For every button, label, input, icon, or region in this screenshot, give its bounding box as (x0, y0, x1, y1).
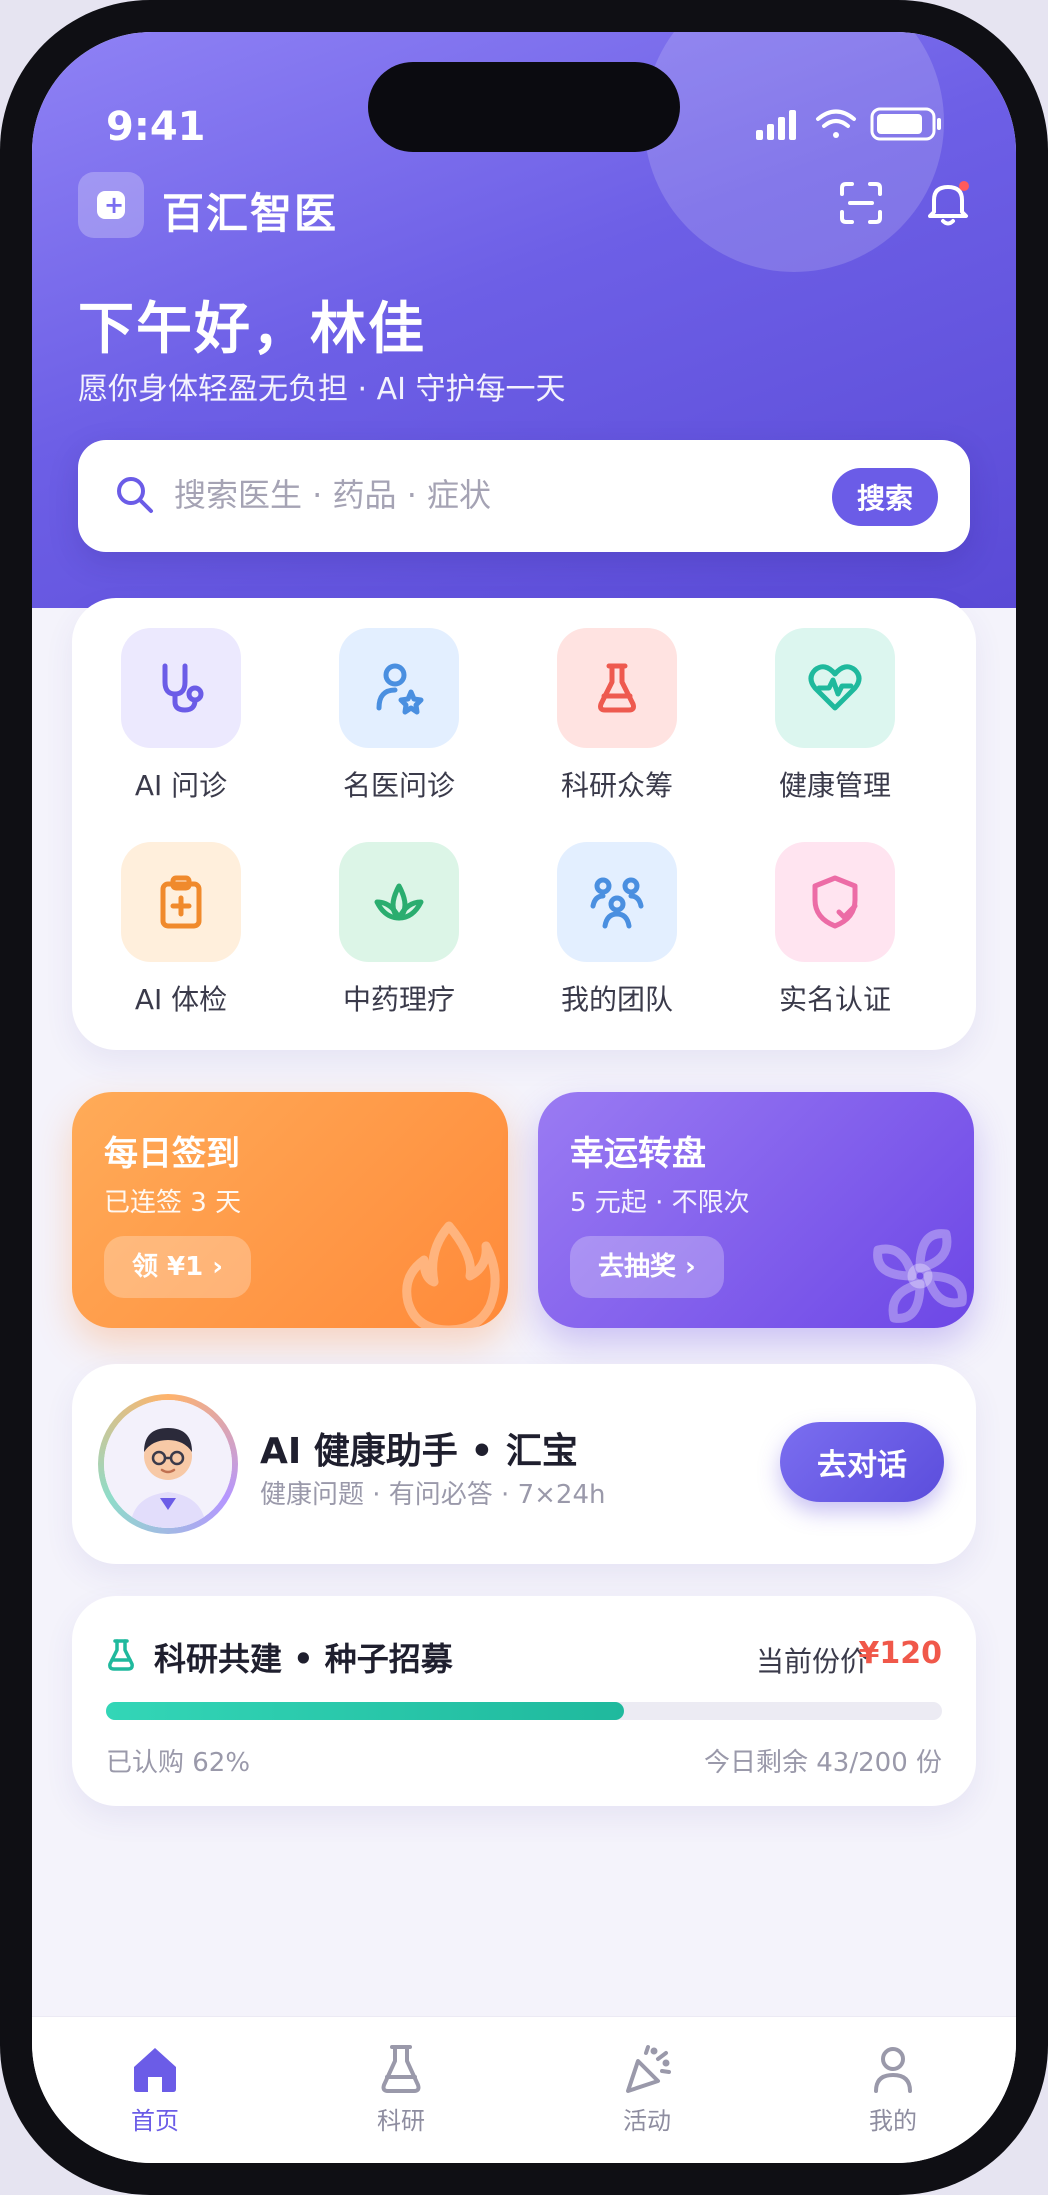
greeting-title: 下午好，林佳 (78, 297, 426, 362)
phone-frame: 9:41 + 百汇智医 下午好，林佳 愿你身体轻盈无负担 · AI 守护每一天 … (0, 0, 1048, 2195)
promo-subtitle: 5 元起 · 不限次 (570, 1188, 750, 1218)
feature-icon-tile (775, 842, 895, 962)
feature-icon-tile (121, 628, 241, 748)
feature-icon-tile (775, 628, 895, 748)
progress-fill (106, 1702, 625, 1720)
tab-label: 科研 (377, 2107, 425, 2135)
doctor-star-icon (376, 663, 424, 715)
signal-icon (756, 110, 796, 140)
user-icon (874, 2047, 912, 2093)
tab-research[interactable]: 科研 (278, 2017, 524, 2137)
decorative-bubble (644, 32, 944, 272)
assistant-subtitle: 健康问题 · 有问必答 · 7×24h (260, 1480, 606, 1510)
feature-ai-checkup[interactable]: AI 体检 (72, 842, 290, 1042)
dynamic-island (368, 62, 680, 152)
brand-name: 百汇智医 (162, 189, 339, 238)
home-icon (134, 2048, 176, 2092)
greeting-subtitle: 愿你身体轻盈无负担 · AI 守护每一天 (78, 372, 566, 407)
pinwheel-icon (873, 1229, 967, 1323)
status-icons (756, 107, 941, 141)
tab-label: 首页 (131, 2107, 179, 2135)
promo-title: 每日签到 (104, 1134, 240, 1174)
flask-icon (108, 1639, 134, 1671)
assistant-title: AI 健康助手 • 汇宝 (260, 1431, 578, 1472)
feature-health-management[interactable]: 健康管理 (726, 628, 944, 828)
app-screen: 9:41 + 百汇智医 下午好，林佳 愿你身体轻盈无负担 · AI 守护每一天 … (32, 32, 1016, 2163)
flask-icon (381, 2045, 421, 2093)
battery-icon (870, 107, 941, 141)
tab-label: 活动 (623, 2107, 671, 2135)
feature-label: 实名认证 (778, 983, 891, 1016)
tab-profile[interactable]: 我的 (770, 2017, 1016, 2137)
feature-label: 中药理疗 (342, 983, 455, 1016)
flame-icon (402, 1221, 500, 1328)
promo-title: 幸运转盘 (570, 1134, 706, 1174)
feature-label: AI 问诊 (134, 769, 228, 802)
team-icon (590, 877, 644, 929)
daily-checkin-card[interactable]: 每日签到 已连签 3 天 领 ¥1 › (72, 1092, 508, 1328)
feature-label: 我的团队 (560, 983, 673, 1016)
bell-icon[interactable] (924, 178, 972, 228)
search-bar: 搜索 (78, 440, 970, 552)
feature-icon-tile (557, 628, 677, 748)
shield-check-icon (812, 875, 858, 929)
clipboard-medical-icon (160, 875, 202, 929)
feature-ai-consult[interactable]: AI 问诊 (72, 628, 290, 828)
remaining-text: 今日剩余 43/200 份 (704, 1748, 942, 1778)
heart-pulse-icon (808, 664, 862, 711)
avatar (104, 1400, 232, 1528)
feature-icon-tile (339, 842, 459, 962)
research-title: 科研共建 • 种子招募 (154, 1640, 453, 1678)
lottery-button[interactable]: 去抽奖 › (570, 1236, 724, 1298)
feature-label: AI 体检 (134, 983, 228, 1016)
price-value: ¥120 (858, 1636, 943, 1671)
flask-icon (598, 663, 636, 713)
bottom-tab-bar: 首页 科研 活动 我的 (32, 2016, 1016, 2163)
feature-identity-verification[interactable]: 实名认证 (726, 842, 944, 1042)
feature-icon-tile (121, 842, 241, 962)
scan-icon[interactable] (838, 180, 884, 226)
start-chat-button[interactable]: 去对话 (780, 1422, 944, 1502)
research-recruit-card[interactable]: 科研共建 • 种子招募 当前份价 ¥120 已认购 62% 今日剩余 43/20… (72, 1596, 976, 1806)
feature-my-team[interactable]: 我的团队 (508, 842, 726, 1042)
feature-herbal-therapy[interactable]: 中药理疗 (290, 842, 508, 1042)
feature-label: 名医问诊 (342, 769, 455, 802)
progress-text: 已认购 62% (106, 1748, 251, 1778)
search-input[interactable] (174, 470, 774, 520)
feature-grid: AI 问诊 名医问诊 科研众筹 健康管理 AI 体检 中药理疗 我的团队 实名认… (72, 598, 976, 1050)
claim-reward-button[interactable]: 领 ¥1 › (104, 1236, 252, 1298)
tab-home[interactable]: 首页 (32, 2017, 278, 2137)
feature-icon-tile (339, 628, 459, 748)
feature-label: 科研众筹 (560, 769, 673, 802)
tab-activities[interactable]: 活动 (524, 2017, 770, 2137)
price-label: 当前份价 (755, 1645, 868, 1678)
party-popper-icon (626, 2045, 671, 2093)
plus-icon: + (104, 191, 125, 219)
lucky-wheel-card[interactable]: 幸运转盘 5 元起 · 不限次 去抽奖 › (538, 1092, 974, 1328)
avatar-ring (98, 1394, 238, 1534)
feature-label: 健康管理 (778, 769, 891, 802)
status-time: 9:41 (106, 104, 206, 150)
wifi-icon (816, 109, 856, 138)
ai-assistant-card[interactable]: AI 健康助手 • 汇宝 健康问题 · 有问必答 · 7×24h 去对话 (72, 1364, 976, 1564)
stethoscope-icon (162, 663, 204, 713)
herb-leaf-icon (374, 883, 424, 921)
feature-icon-tile (557, 842, 677, 962)
feature-famous-doctor[interactable]: 名医问诊 (290, 628, 508, 828)
feature-research-crowdfund[interactable]: 科研众筹 (508, 628, 726, 828)
search-button[interactable]: 搜索 (832, 468, 938, 526)
search-icon (117, 477, 153, 513)
progress-bar (106, 1702, 942, 1720)
tab-label: 我的 (869, 2107, 917, 2135)
header-banner: 9:41 + 百汇智医 下午好，林佳 愿你身体轻盈无负担 · AI 守护每一天 … (32, 32, 1016, 608)
promo-subtitle: 已连签 3 天 (104, 1188, 242, 1218)
doctor-avatar-icon (104, 1400, 232, 1528)
